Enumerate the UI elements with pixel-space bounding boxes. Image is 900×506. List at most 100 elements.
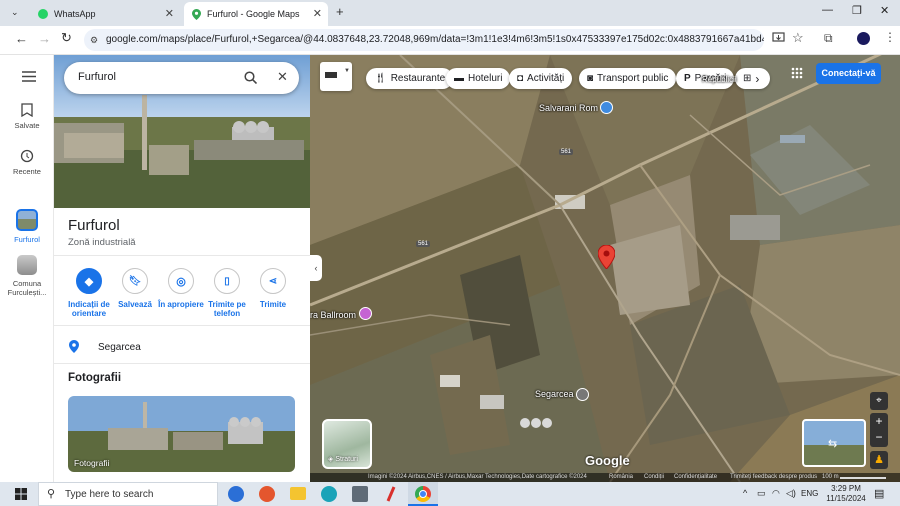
install-app-icon[interactable] bbox=[772, 32, 785, 44]
salvarani-poi-icon[interactable] bbox=[600, 101, 613, 114]
browser-menu-icon[interactable]: ⋮ bbox=[884, 30, 896, 44]
share-button[interactable]: ⋖ Trimite bbox=[246, 268, 300, 309]
edge-icon[interactable] bbox=[321, 486, 337, 502]
layers-label: Straturi bbox=[335, 456, 358, 463]
minimize-icon[interactable]: — bbox=[822, 4, 833, 16]
chip-label: Restaurante bbox=[390, 73, 446, 84]
extensions-icon[interactable]: ⧉ bbox=[824, 31, 833, 46]
share-icon: ⋖ bbox=[268, 275, 278, 287]
firefox-icon[interactable] bbox=[259, 486, 275, 502]
notifications-icon[interactable]: ▤ bbox=[874, 487, 884, 500]
chip-activities[interactable]: ◘ Activități bbox=[509, 68, 573, 89]
collapse-panel-button[interactable]: ‹ bbox=[310, 255, 322, 281]
file-explorer-icon[interactable] bbox=[290, 487, 306, 500]
dropdown-arrow-icon: ▼ bbox=[344, 68, 350, 74]
volume-icon[interactable]: ◁) bbox=[786, 488, 796, 499]
windows-taskbar: ⚲ Type here to search ^ ▭ ◠ ◁) ENG 3:29 … bbox=[0, 482, 900, 506]
directions-label: Indicații de orientare bbox=[68, 300, 110, 318]
my-location-button[interactable]: ⌖ bbox=[870, 392, 888, 410]
privacy-link[interactable]: Confidențialitate bbox=[674, 473, 717, 482]
chip-hotels[interactable]: ▬ Hoteluri bbox=[446, 68, 511, 89]
pen-app-icon[interactable] bbox=[383, 486, 399, 502]
clock[interactable]: 3:29 PM 11/15/2024 bbox=[826, 484, 866, 504]
search-box[interactable]: Furfurol ✕ bbox=[64, 62, 299, 94]
photos-heading: Fotografii bbox=[68, 372, 122, 384]
search-input[interactable]: Furfurol bbox=[78, 71, 116, 83]
comuna-button[interactable]: Comuna Furculești... bbox=[0, 255, 54, 297]
forward-icon[interactable]: → bbox=[38, 31, 51, 46]
terms-link[interactable]: Condiții bbox=[644, 473, 664, 482]
chip-public-transport[interactable]: ◙ Transport public bbox=[579, 68, 677, 89]
signin-button[interactable]: Conectați-vă bbox=[816, 63, 881, 84]
scale-label: 100 m bbox=[822, 474, 839, 480]
label-salvarani[interactable]: Salvarani Rom bbox=[539, 103, 598, 113]
segarcea-poi-icon[interactable] bbox=[576, 388, 589, 401]
tab-list-chevron-icon[interactable]: ⌄ bbox=[11, 7, 19, 18]
search-icon[interactable] bbox=[244, 71, 257, 84]
close-window-icon[interactable]: ✕ bbox=[880, 4, 889, 17]
ballroom-poi-icon[interactable] bbox=[359, 307, 372, 320]
pharmacy-icon: ⊞ bbox=[743, 73, 752, 84]
wifi-icon[interactable]: ◠ bbox=[772, 488, 780, 499]
country-link[interactable]: România bbox=[609, 473, 633, 482]
current-place-label: Furfurol bbox=[14, 235, 40, 244]
chip-label: Activități bbox=[527, 73, 565, 84]
layers-button[interactable]: ◈ Straturi bbox=[322, 419, 372, 469]
label-segarcea[interactable]: Segarcea bbox=[535, 389, 574, 399]
whatsapp-icon bbox=[38, 9, 48, 19]
language-indicator[interactable]: ENG bbox=[801, 489, 818, 498]
store-icon[interactable] bbox=[352, 486, 368, 502]
chrome-icon bbox=[415, 486, 431, 502]
satellite-map[interactable]: ▼ 🍴︎ Restaurante ▬ Hoteluri ◘ Activități… bbox=[310, 55, 900, 482]
recent-button[interactable]: Recente bbox=[0, 149, 54, 176]
cortana-app-icon[interactable] bbox=[228, 486, 244, 502]
google-apps-icon[interactable] bbox=[791, 67, 803, 79]
taskbar-search-box[interactable]: ⚲ Type here to search bbox=[38, 482, 218, 506]
close-tab-icon[interactable]: ✕ bbox=[313, 7, 322, 20]
photos-thumbnail[interactable]: Fotografii bbox=[68, 396, 295, 472]
reload-icon[interactable]: ↻ bbox=[61, 30, 72, 46]
label-ballroom[interactable]: ra Ballroom bbox=[310, 310, 356, 320]
close-tab-icon[interactable]: ✕ bbox=[165, 7, 174, 20]
recent-label: Recente bbox=[13, 167, 41, 176]
chip-restaurants[interactable]: 🍴︎ Restaurante bbox=[366, 68, 454, 89]
place-category: Zonă industrială bbox=[68, 237, 136, 248]
chevron-right-icon[interactable]: › bbox=[755, 72, 759, 86]
tab-title: WhatsApp bbox=[54, 9, 96, 19]
windows-start-icon[interactable] bbox=[15, 488, 27, 500]
address-text[interactable]: Segarcea bbox=[98, 342, 141, 353]
my-location-icon: ⌖ bbox=[876, 395, 882, 406]
feedback-link[interactable]: Trimiteți feedback despre produs bbox=[730, 473, 817, 482]
maximize-icon[interactable]: ❐ bbox=[852, 4, 862, 17]
profile-avatar-icon[interactable] bbox=[857, 32, 870, 45]
parking-icon: P bbox=[684, 73, 691, 84]
selected-place-pin-icon[interactable] bbox=[598, 245, 615, 269]
saved-label: Salvate bbox=[14, 121, 40, 130]
street-view-preview[interactable]: ⇆ bbox=[802, 419, 866, 467]
pegman-icon[interactable]: ♟ bbox=[870, 451, 888, 469]
search-icon: ⚲ bbox=[47, 488, 56, 500]
address-bar[interactable]: ⚙ google.com/maps/place/Furfurol,+Segarc… bbox=[84, 29, 764, 51]
bookmark-star-icon[interactable]: ☆ bbox=[792, 30, 804, 46]
menu-icon[interactable] bbox=[22, 71, 36, 82]
battery-icon[interactable]: ▭ bbox=[757, 488, 766, 499]
road-number: 561 bbox=[559, 149, 574, 155]
zoom-out-icon[interactable]: − bbox=[870, 430, 888, 447]
zoom-in-icon[interactable]: + bbox=[870, 413, 888, 430]
tab-google-maps[interactable]: Furfurol - Google Maps ✕ bbox=[184, 2, 328, 26]
chip-more[interactable]: ⊞ › bbox=[735, 68, 770, 89]
place-title: Furfurol bbox=[68, 217, 120, 234]
nearby-icon: ◎ bbox=[176, 275, 186, 288]
clear-search-icon[interactable]: ✕ bbox=[277, 69, 288, 85]
tab-whatsapp[interactable]: WhatsApp ✕ bbox=[30, 2, 180, 26]
site-info-icon[interactable]: ⚙ bbox=[90, 29, 98, 51]
layers-label-wrap: ◈ Straturi bbox=[328, 455, 358, 463]
current-place-button[interactable]: Furfurol bbox=[0, 209, 54, 244]
new-tab-icon[interactable]: + bbox=[336, 4, 344, 19]
back-icon[interactable]: ← bbox=[15, 31, 28, 46]
tray-chevron-icon[interactable]: ^ bbox=[743, 488, 747, 498]
saved-button[interactable]: Salvate bbox=[0, 103, 54, 130]
chrome-taskbar-button[interactable] bbox=[408, 482, 438, 506]
maps-pin-icon bbox=[192, 8, 201, 20]
map-layer-toggle[interactable]: ▼ bbox=[320, 62, 352, 91]
